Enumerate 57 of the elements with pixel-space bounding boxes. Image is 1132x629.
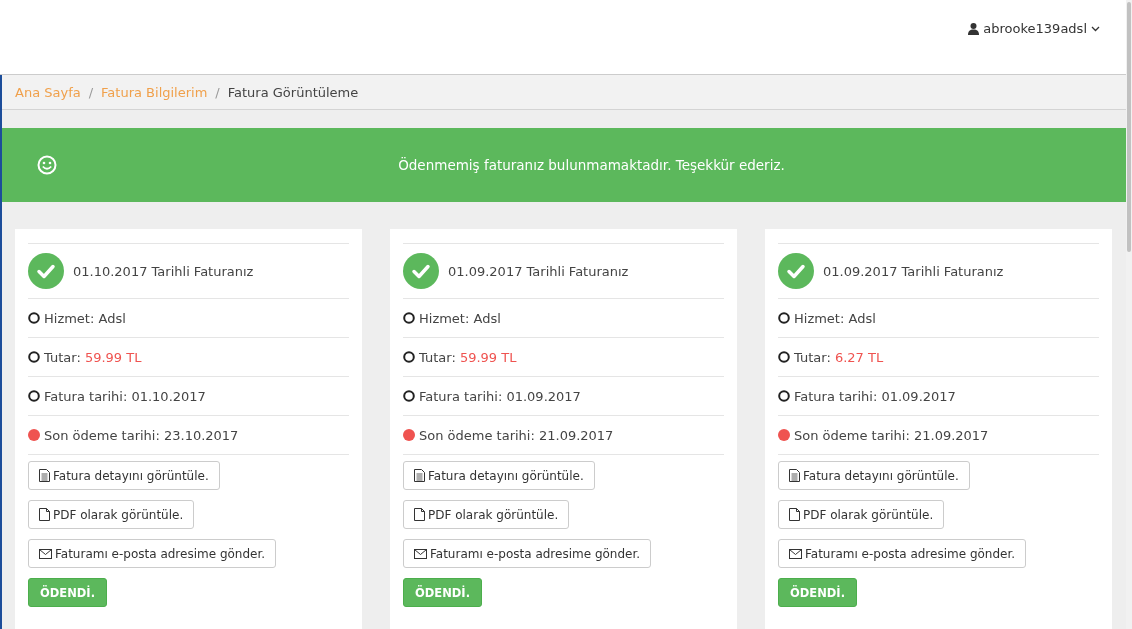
- smiley-icon: [37, 155, 57, 175]
- envelope-icon: [789, 548, 802, 559]
- circle-icon: [403, 312, 415, 324]
- invoice-detail: Hizmet: Adsl: [794, 310, 876, 326]
- invoice-detail: Fatura tarihi: 01.09.2017: [794, 388, 956, 404]
- invoice-detail: Son ödeme tarihi: 21.09.2017: [794, 427, 989, 443]
- document-lines-icon: [39, 469, 50, 482]
- dot-icon: [28, 429, 40, 441]
- document-icon: [39, 508, 50, 521]
- invoice-detail: Fatura tarihi: 01.09.2017: [419, 388, 581, 404]
- invoice-detail: Fatura tarihi: 01.10.2017: [44, 388, 206, 404]
- document-icon: [789, 508, 800, 521]
- chevron-down-icon: [1091, 25, 1100, 32]
- document-icon: [414, 508, 425, 521]
- circle-icon: [778, 351, 790, 363]
- invoice-detail: Tutar: 6.27 TL: [794, 349, 884, 365]
- action-button[interactable]: Faturamı e-posta adresime gönder.: [778, 539, 1027, 568]
- invoice-detail: Tutar: 59.99 TL: [44, 349, 142, 365]
- action-button[interactable]: Fatura detayını görüntüle.: [28, 461, 220, 490]
- circle-icon: [403, 390, 415, 402]
- check-circle-icon: [778, 253, 814, 289]
- circle-icon: [403, 351, 415, 363]
- action-button[interactable]: Fatura detayını görüntüle.: [778, 461, 970, 490]
- invoice-detail: Son ödeme tarihi: 21.09.2017: [419, 427, 614, 443]
- dot-icon: [778, 429, 790, 441]
- circle-icon: [28, 351, 40, 363]
- invoice-detail: Hizmet: Adsl: [419, 310, 501, 326]
- circle-icon: [778, 390, 790, 402]
- action-button[interactable]: Faturamı e-posta adresime gönder.: [28, 539, 277, 568]
- breadcrumb-separator: /: [215, 84, 220, 100]
- invoice-detail: Hizmet: Adsl: [44, 310, 126, 326]
- invoice-title: 01.10.2017 Tarihli Faturanız: [73, 263, 254, 279]
- action-button[interactable]: Fatura detayını görüntüle.: [403, 461, 595, 490]
- circle-icon: [778, 312, 790, 324]
- circle-icon: [28, 312, 40, 324]
- action-button[interactable]: PDF olarak görüntüle.: [28, 500, 195, 529]
- user-icon: [968, 22, 980, 35]
- action-button[interactable]: PDF olarak görüntüle.: [403, 500, 570, 529]
- invoice-detail: Son ödeme tarihi: 23.10.2017: [44, 427, 239, 443]
- alert-message: Ödenmemiş faturanız bulunmamaktadır. Teşekkür ederiz.: [397, 157, 786, 173]
- scrollbar[interactable]: [1126, 0, 1132, 629]
- breadcrumb-separator: /: [88, 84, 94, 100]
- breadcrumb-item[interactable]: Fatura Görüntüleme: [227, 84, 359, 100]
- action-button[interactable]: Faturamı e-posta adresime gönder.: [403, 539, 652, 568]
- invoice-title: 01.09.2017 Tarihli Faturanız: [448, 263, 629, 279]
- envelope-icon: [39, 548, 52, 559]
- document-lines-icon: [414, 469, 425, 482]
- action-button[interactable]: PDF olarak görüntüle.: [778, 500, 945, 529]
- envelope-icon: [414, 548, 427, 559]
- document-lines-icon: [789, 469, 800, 482]
- dot-icon: [403, 429, 415, 441]
- check-circle-icon: [403, 253, 439, 289]
- check-circle-icon: [28, 253, 64, 289]
- user-menu[interactable]: abrooke139adsl: [968, 21, 1100, 36]
- invoice-title: 01.09.2017 Tarihli Faturanız: [823, 263, 1004, 279]
- invoice-detail: Tutar: 59.99 TL: [419, 349, 517, 365]
- circle-icon: [28, 390, 40, 402]
